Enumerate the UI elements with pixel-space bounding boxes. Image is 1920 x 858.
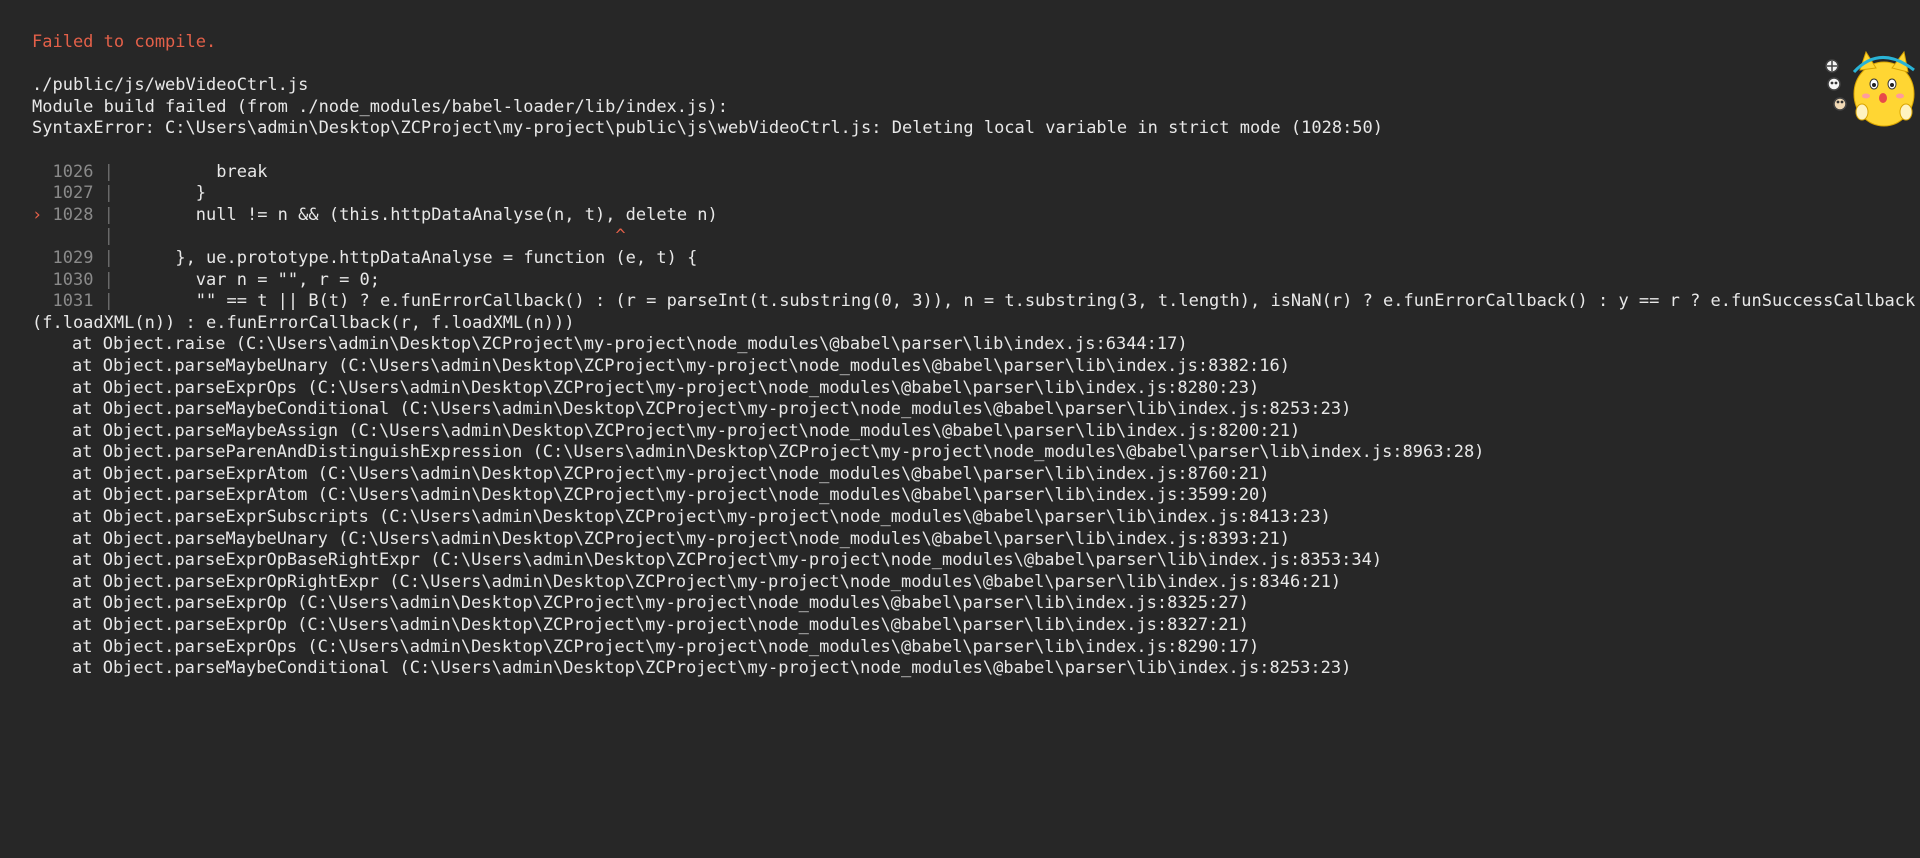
line-pointer [32,248,52,268]
line-number: 1031 [52,291,104,312]
code-text: "" == t || B(t) ? e.funErrorCallback() :… [113,291,1916,312]
code-text: break [113,161,268,182]
gutter: | [103,161,114,182]
code-frame-line: › 1028 | null != n && (this.httpDataAnal… [32,205,1892,227]
gutter: | [103,226,114,247]
line-pointer [32,162,52,182]
stack-frame: at Object.parseExprOpBaseRightExpr (C:\U… [72,550,1383,571]
code-text: var n = "", r = 0; [113,269,381,290]
line-number: 1027 [52,183,104,204]
line-pointer: › [32,204,53,225]
gutter: | [103,204,114,225]
gutter: | [103,183,114,204]
error-file: ./public/js/webVideoCtrl.js [32,75,309,96]
gutter: | [103,269,114,290]
error-title: Failed to compile. [32,32,217,52]
line-number [52,226,103,246]
line-pointer [32,183,52,203]
stack-frame: at Object.parseMaybeConditional (C:\User… [72,658,1352,679]
stack-frame: at Object.parseMaybeConditional (C:\User… [72,399,1352,420]
stack-frame: at Object.parseExprOp (C:\Users\admin\De… [72,593,1250,614]
gutter: | [103,291,114,312]
stack-frame: at Object.parseMaybeUnary (C:\Users\admi… [72,528,1290,549]
stack-frame: at Object.parseMaybeAssign (C:\Users\adm… [72,420,1301,441]
stack-trace: at Object.raise (C:\Users\admin\Desktop\… [32,334,1892,680]
stack-frame: at Object.parseExprOpRightExpr (C:\Users… [72,571,1342,592]
line-pointer [32,270,52,290]
stack-frame: at Object.raise (C:\Users\admin\Desktop\… [72,334,1188,355]
code-text: } [113,183,207,204]
module-build-failed: Module build failed (from ./node_modules… [32,96,728,117]
line-number: 1030 [52,269,104,290]
stack-frame: at Object.parseExprOps (C:\Users\admin\D… [72,636,1260,657]
code-frame-line: 1030 | var n = "", r = 0; [32,270,1892,292]
syntax-error-message: SyntaxError: C:\Users\admin\Desktop\ZCPr… [32,118,1384,139]
stack-frame: at Object.parseExprAtom (C:\Users\admin\… [72,463,1270,484]
stack-frame: at Object.parseExprSubscripts (C:\Users\… [72,507,1331,528]
gutter: | [103,247,114,268]
line-number: 1028 [52,204,104,225]
error-overlay: Failed to compile. ./public/js/webVideoC… [32,32,1915,680]
code-text: null != n && (this.httpDataAnalyse(n, t)… [113,204,718,225]
code-frame-line: 1026 | break [32,162,1892,184]
stack-frame: at Object.parseExprOps (C:\Users\admin\D… [72,377,1260,398]
cat-mascot-icon[interactable] [1820,46,1916,130]
code-text: }, ue.prototype.httpDataAnalyse = functi… [113,247,698,268]
code-frame: 1026 | break 1027 | } › 1028 | null != n … [32,162,1915,313]
code-frame-line: 1027 | } [32,183,1892,205]
line-number: 1026 [52,161,104,182]
stack-frame: at Object.parseExprOp (C:\Users\admin\De… [72,615,1250,636]
line-number: 1029 [52,247,104,268]
code-frame-line: | ^ [32,226,1892,248]
code-frame-line: 1031 | "" == t || B(t) ? e.funErrorCallb… [32,291,1915,313]
line-pointer [32,226,52,246]
code-text: ^ [113,226,626,247]
line-pointer [32,291,52,311]
code-continuation: (f.loadXML(n)) : e.funErrorCallback(r, f… [32,312,575,333]
stack-frame: at Object.parseMaybeUnary (C:\Users\admi… [72,355,1290,376]
stack-frame: at Object.parseParenAndDistinguishExpres… [72,442,1485,463]
stack-frame: at Object.parseExprAtom (C:\Users\admin\… [72,485,1270,506]
code-frame-line: 1029 | }, ue.prototype.httpDataAnalyse =… [32,248,1892,270]
